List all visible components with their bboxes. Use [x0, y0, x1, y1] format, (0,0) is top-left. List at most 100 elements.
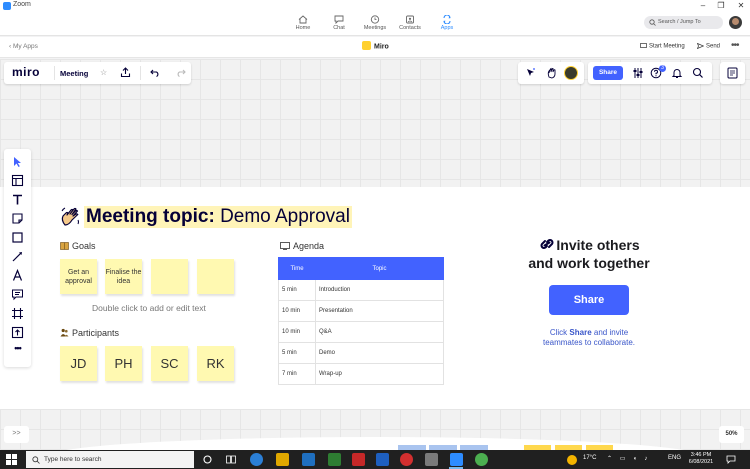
- tab-meetings[interactable]: Meetings: [355, 14, 395, 34]
- participant-sticky-note[interactable]: JD: [60, 346, 97, 381]
- my-apps-back-link[interactable]: ‹ My Apps: [9, 43, 38, 50]
- agenda-table[interactable]: Time Topic 5 min Introduction 10 min Prese…: [278, 257, 444, 385]
- invite-share-button[interactable]: Share: [549, 285, 629, 315]
- clock-date: 6/08/2021: [688, 459, 714, 465]
- miro-app-icon: [362, 41, 371, 50]
- zoom-level-button[interactable]: 50%: [719, 426, 744, 443]
- invite-line2: and work together: [528, 255, 650, 271]
- goal-sticky-note[interactable]: Get an approval: [60, 259, 97, 294]
- participant-sticky-note[interactable]: RK: [197, 346, 234, 381]
- zoom-taskbar-icon[interactable]: [450, 453, 463, 466]
- file-explorer-icon[interactable]: [276, 453, 289, 466]
- text-tool-icon[interactable]: [11, 193, 24, 206]
- shape-tool-icon[interactable]: [11, 231, 24, 244]
- pdf-reader-icon[interactable]: [352, 453, 365, 466]
- topic-value: Demo Approval: [220, 206, 350, 227]
- windows-start-icon[interactable]: [6, 454, 17, 465]
- tab-home-label: Home: [295, 25, 311, 31]
- apps-header: ‹ My Apps Miro Start Meeting Send •••: [0, 37, 750, 58]
- word-icon[interactable]: [376, 453, 389, 466]
- notification-count-badge: 3: [659, 65, 666, 72]
- table-row: 7 min Wrap-up: [278, 363, 444, 385]
- minimize-button[interactable]: –: [694, 0, 712, 12]
- notification-center-icon[interactable]: [726, 455, 736, 464]
- sticky-note-icon[interactable]: [11, 212, 24, 225]
- settings-sliders-icon[interactable]: [632, 67, 644, 79]
- close-window-button[interactable]: ✕: [732, 0, 750, 12]
- store-icon[interactable]: [302, 453, 315, 466]
- undo-icon[interactable]: [150, 68, 160, 77]
- chrome-icon[interactable]: [475, 453, 488, 466]
- goal-sticky-note[interactable]: Finalise the idea: [105, 259, 142, 294]
- more-options-icon[interactable]: •••: [731, 40, 739, 51]
- temperature[interactable]: 17°C: [583, 455, 596, 461]
- time-cell[interactable]: 10 min: [278, 300, 316, 322]
- maximize-button[interactable]: ❐: [712, 0, 730, 12]
- more-tools-icon[interactable]: •••: [11, 343, 24, 356]
- send-button[interactable]: Send: [696, 42, 720, 50]
- tab-contacts[interactable]: Contacts: [390, 14, 430, 34]
- zoom-search-input[interactable]: Search / Jump To: [644, 16, 723, 29]
- board-name[interactable]: Meeting: [60, 69, 88, 78]
- tab-chat[interactable]: Chat: [319, 14, 359, 34]
- time-cell[interactable]: 10 min: [278, 321, 316, 343]
- taskbar-search-input[interactable]: Type here to search: [26, 451, 194, 468]
- topic-cell[interactable]: Q&A: [315, 321, 444, 343]
- tab-apps[interactable]: Apps: [427, 14, 467, 34]
- goal-sticky-note[interactable]: [197, 259, 234, 294]
- user-avatar[interactable]: [729, 16, 742, 29]
- creation-toolbar: •••: [4, 149, 31, 367]
- topic-cell[interactable]: Wrap-up: [315, 363, 444, 385]
- frame-tool-icon[interactable]: [11, 307, 24, 320]
- app-title: Miro: [362, 41, 389, 52]
- opera-icon[interactable]: [400, 453, 413, 466]
- edge-browser-icon[interactable]: [250, 453, 263, 466]
- cortana-icon[interactable]: [203, 455, 212, 464]
- star-icon[interactable]: ☆: [100, 68, 107, 77]
- collaborator-avatar[interactable]: [564, 66, 578, 80]
- search-icon[interactable]: [692, 67, 704, 79]
- time-cell[interactable]: 5 min: [278, 342, 316, 364]
- goal-sticky-note[interactable]: [151, 259, 188, 294]
- waving-hand-icon: [61, 207, 79, 226]
- table-header-row: Time Topic: [278, 257, 444, 280]
- upload-icon[interactable]: [120, 67, 131, 78]
- start-meeting-button[interactable]: Start Meeting: [640, 43, 685, 50]
- task-view-icon[interactable]: [226, 455, 236, 464]
- monitor-icon: [280, 241, 290, 250]
- window-title: Zoom: [13, 1, 31, 8]
- miro-board-toolbar: miro Meeting ☆: [4, 62, 191, 84]
- tab-chat-label: Chat: [333, 25, 345, 31]
- comment-icon[interactable]: [11, 288, 24, 301]
- reaction-hand-icon[interactable]: [546, 67, 558, 79]
- cursor-sparkle-icon[interactable]: [525, 67, 537, 79]
- select-cursor-icon[interactable]: [11, 155, 24, 168]
- expand-panel-button[interactable]: >>: [4, 426, 29, 443]
- app-icon[interactable]: [425, 453, 438, 466]
- tab-meetings-label: Meetings: [363, 25, 387, 31]
- invite-subtext: Click Share and invite teammates to coll…: [540, 328, 638, 348]
- search-icon: [32, 456, 40, 464]
- miro-share-button[interactable]: Share: [593, 66, 623, 80]
- topic-cell[interactable]: Demo: [315, 342, 444, 364]
- notebook-icon: [60, 241, 69, 250]
- time-cell[interactable]: 5 min: [278, 279, 316, 301]
- templates-icon[interactable]: [11, 174, 24, 187]
- pen-tool-icon[interactable]: [11, 269, 24, 282]
- taskbar-clock[interactable]: 3:46 PM 6/08/2021: [686, 452, 716, 466]
- participant-sticky-note[interactable]: PH: [105, 346, 142, 381]
- topic-cell[interactable]: Presentation: [315, 300, 444, 322]
- board-panel-icon[interactable]: [727, 67, 738, 79]
- topic-cell[interactable]: Introduction: [315, 279, 444, 301]
- time-cell[interactable]: 7 min: [278, 363, 316, 385]
- connector-line-icon[interactable]: [11, 250, 24, 263]
- redo-icon[interactable]: [176, 68, 186, 77]
- participant-sticky-note[interactable]: SC: [151, 346, 188, 381]
- upload-tool-icon[interactable]: [11, 326, 24, 339]
- miro-logo[interactable]: miro: [12, 65, 40, 79]
- language-indicator[interactable]: ENG: [668, 455, 681, 461]
- bell-icon[interactable]: [671, 67, 683, 79]
- excel-icon[interactable]: [328, 453, 341, 466]
- tab-home[interactable]: Home: [283, 14, 323, 34]
- system-tray-icons[interactable]: ⌃ ▭ ◖ ♪: [607, 455, 650, 462]
